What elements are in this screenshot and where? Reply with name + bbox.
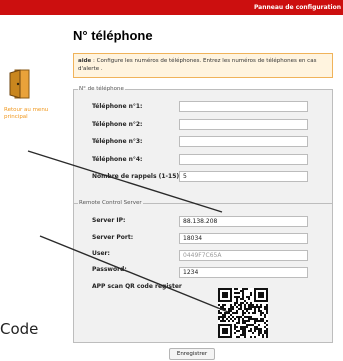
- help-box: aide : Configure les numéros de téléphon…: [73, 53, 333, 78]
- phone-4-input[interactable]: [179, 154, 308, 165]
- door-icon[interactable]: [8, 68, 30, 100]
- server-port-input[interactable]: 18034: [179, 233, 308, 244]
- phone-2-input[interactable]: [179, 119, 308, 130]
- config-panel-header: Panneau de configuration: [0, 0, 343, 15]
- qr-register-label: APP scan QR code register: [92, 283, 182, 290]
- server-port-label: Server Port:: [92, 234, 134, 241]
- phone-1-label: Téléphone n°1:: [92, 103, 143, 110]
- callback-count-input[interactable]: 5: [179, 171, 308, 182]
- phone-4-label: Téléphone n°4:: [92, 156, 143, 163]
- server-ip-label: Server IP:: [92, 217, 126, 224]
- phone-1-input[interactable]: [179, 101, 308, 112]
- help-label: aide: [78, 58, 92, 64]
- remote-section-legend: Remote Control Server: [79, 200, 142, 206]
- phone-2-label: Téléphone n°2:: [92, 121, 143, 128]
- callout-label: Code: [0, 320, 39, 338]
- phone-section-legend: N° de téléphone: [79, 86, 124, 92]
- page-title: N° téléphone: [73, 28, 153, 43]
- help-text: : Configure les numéros de téléphones. E…: [78, 58, 317, 72]
- qr-code-image: [218, 288, 268, 338]
- save-button[interactable]: Enregistrer: [169, 348, 215, 360]
- callback-count-label: Nombre de rappels (1-15):: [92, 173, 182, 180]
- user-input[interactable]: 0449F7C65A: [179, 250, 308, 261]
- password-input[interactable]: 1234: [179, 267, 308, 278]
- back-to-menu-link[interactable]: Retour au menu principal: [4, 107, 59, 121]
- user-label: User:: [92, 250, 110, 257]
- phone-3-input[interactable]: [179, 136, 308, 147]
- server-ip-input[interactable]: 88.138.208: [179, 216, 308, 227]
- password-label: Password:: [92, 266, 127, 273]
- phone-3-label: Téléphone n°3:: [92, 138, 143, 145]
